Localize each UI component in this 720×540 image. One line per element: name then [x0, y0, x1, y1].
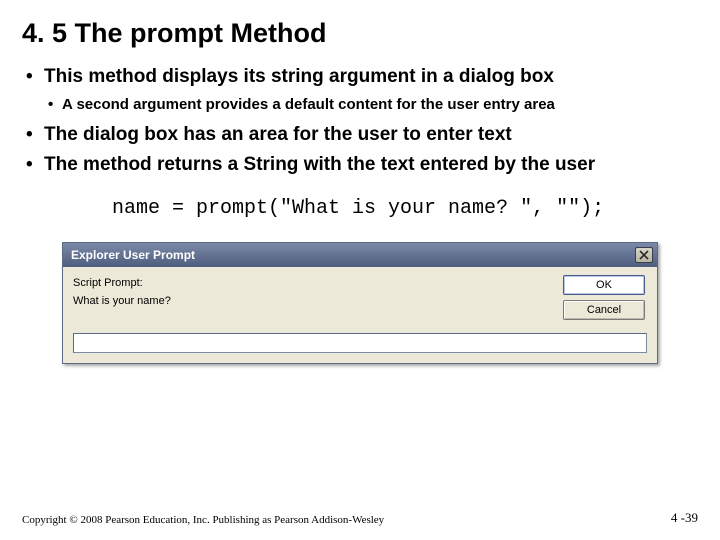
bullet-item: This method displays its string argument… [22, 65, 698, 89]
dialog-titlebar: Explorer User Prompt [63, 243, 657, 267]
page-number: 4 -39 [671, 510, 698, 526]
bullet-item: The method returns a String with the tex… [22, 153, 698, 177]
bullet-item: The dialog box has an area for the user … [22, 123, 698, 147]
dialog-title: Explorer User Prompt [71, 248, 195, 262]
script-prompt-label: Script Prompt: [73, 277, 549, 289]
dialog-body: Script Prompt: What is your name? OK Can… [63, 267, 657, 363]
ok-button[interactable]: OK [563, 275, 645, 295]
copyright-footer: Copyright © 2008 Pearson Education, Inc.… [22, 514, 384, 526]
code-sample: name = prompt("What is your name? ", "")… [112, 197, 698, 220]
prompt-input[interactable] [73, 333, 647, 353]
bullet-subitem: A second argument provides a default con… [22, 95, 698, 114]
bullet-list: This method displays its string argument… [22, 65, 698, 177]
close-icon [639, 250, 649, 260]
prompt-message: What is your name? [73, 295, 549, 307]
dialog-figure: Explorer User Prompt Script Prompt: What… [62, 242, 658, 364]
prompt-dialog: Explorer User Prompt Script Prompt: What… [62, 242, 658, 364]
slide: 4. 5 The prompt Method This method displ… [0, 0, 720, 540]
close-button[interactable] [635, 247, 653, 263]
cancel-button[interactable]: Cancel [563, 300, 645, 320]
slide-title: 4. 5 The prompt Method [22, 18, 698, 49]
